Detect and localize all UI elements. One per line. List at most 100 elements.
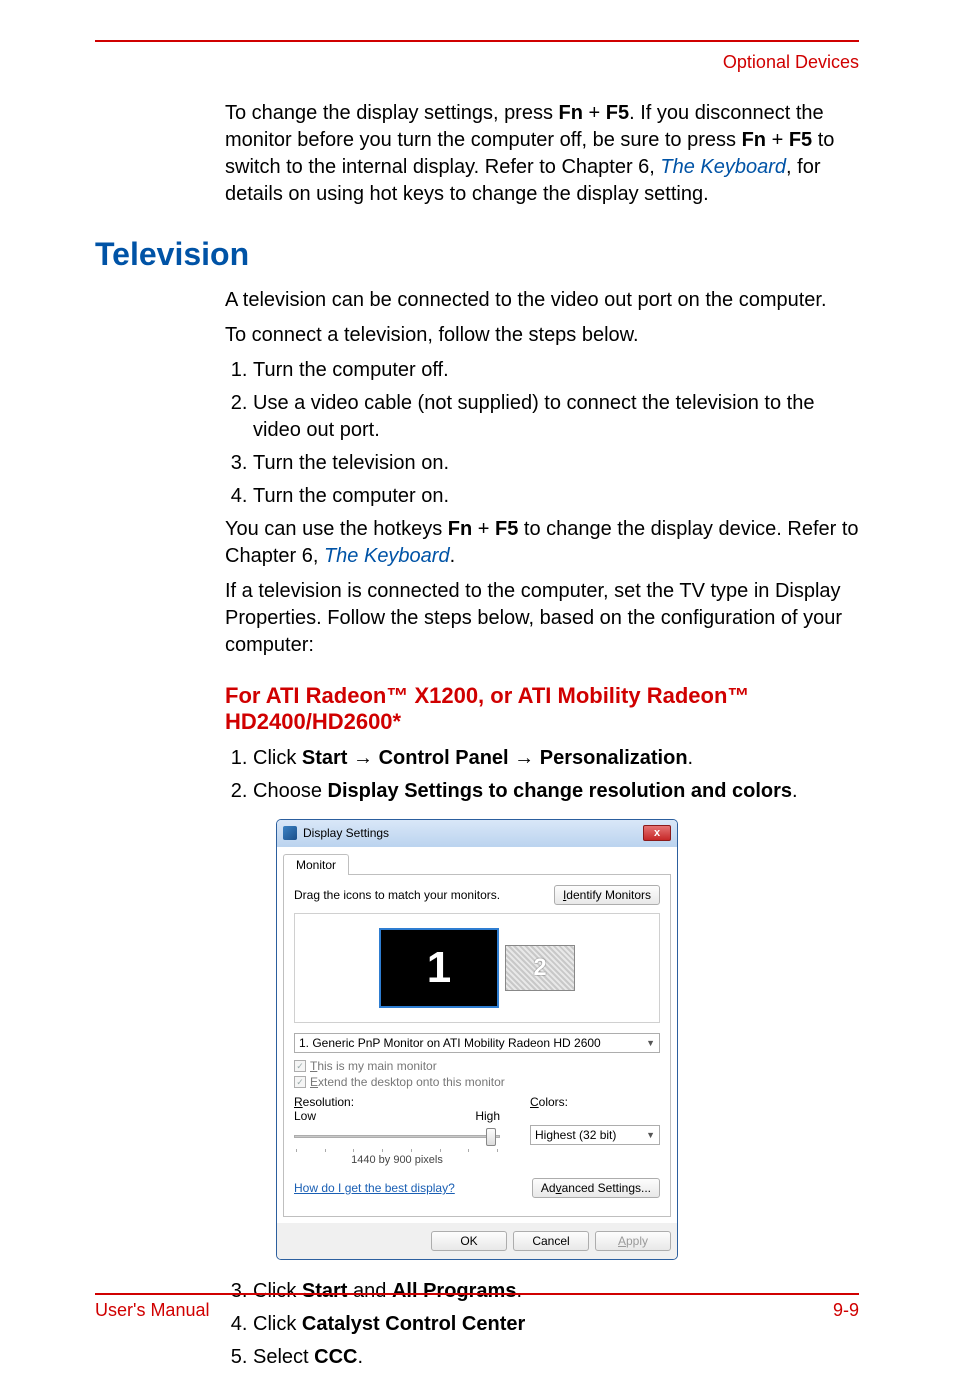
identify-monitors-button[interactable]: Identify Monitors <box>554 885 660 905</box>
ati-s2-c: . <box>792 780 798 802</box>
monitor-select-combo[interactable]: 1. Generic PnP Monitor on ATI Mobility R… <box>294 1033 660 1053</box>
ati-step-3: Click Start and All Programs. <box>253 1278 859 1305</box>
resolution-slider[interactable] <box>294 1127 500 1147</box>
footer-manual-label: User's Manual <box>95 1300 209 1321</box>
close-icon[interactable]: x <box>643 825 671 841</box>
ati-step-5: Select CCC. <box>253 1344 859 1371</box>
slider-high-label: High <box>475 1109 500 1123</box>
ati-s3-start: Start <box>302 1280 348 1302</box>
dialog-title: Display Settings <box>303 826 389 840</box>
colors-column: Colors: Highest (32 bit) <box>530 1095 660 1166</box>
ati-s1-a: Click <box>253 747 302 769</box>
tab-monitor[interactable]: Monitor <box>283 854 349 875</box>
resolution-colors-row: Resolution: Low High 1440 by 900 pixels <box>294 1095 660 1166</box>
intro-paragraph: To change the display settings, press Fn… <box>225 100 859 208</box>
key-fn-3: Fn <box>448 518 472 540</box>
ati-steps-1: Click Start → Control Panel → Personaliz… <box>225 745 859 805</box>
plus-2: + <box>766 129 789 151</box>
tv-step-3: Turn the television on. <box>253 450 859 477</box>
tv-step-4: Turn the computer on. <box>253 483 859 510</box>
tv3-a: You can use the hotkeys <box>225 518 448 540</box>
apply-button: Apply <box>595 1231 671 1251</box>
monitor-1-icon[interactable]: 1 <box>379 928 499 1008</box>
ati-s5-c: . <box>358 1346 364 1368</box>
ati-s3-a: Click <box>253 1280 302 1302</box>
key-f5: F5 <box>606 102 629 124</box>
checkbox-icon: ✓ <box>294 1060 306 1072</box>
ok-button[interactable]: OK <box>431 1231 507 1251</box>
best-display-help-link[interactable]: How do I get the best display? <box>294 1181 455 1195</box>
plus-3: + <box>472 518 495 540</box>
colors-value: Highest (32 bit) <box>535 1128 616 1142</box>
ati-s1-start: Start <box>302 747 348 769</box>
tv-step-1: Turn the computer off. <box>253 357 859 384</box>
arrow-2: → <box>509 747 540 769</box>
intro-text-1: To change the display settings, press <box>225 102 559 124</box>
checkbox-icon-2: ✓ <box>294 1076 306 1088</box>
cancel-button[interactable]: Cancel <box>513 1231 589 1251</box>
advanced-settings-button[interactable]: Advanced Settings... <box>532 1178 660 1198</box>
slider-low-label: Low <box>294 1109 316 1123</box>
ati-steps-2: Click Start and All Programs. Click Cata… <box>225 1278 859 1371</box>
tv3-c: . <box>450 545 456 567</box>
header-rule <box>95 40 859 42</box>
tv-step-2: Use a video cable (not supplied) to conn… <box>253 390 859 444</box>
ati-step-1: Click Start → Control Panel → Personaliz… <box>253 745 859 772</box>
tv-para-4: If a television is connected to the comp… <box>225 578 859 659</box>
ati-s1-pers: Personalization <box>540 747 688 769</box>
ati-s3-and: and <box>347 1280 391 1302</box>
keyboard-link-2[interactable]: The Keyboard <box>324 545 450 567</box>
ati-step-4: Click Catalyst Control Center <box>253 1311 859 1338</box>
ati-s5-a: Select <box>253 1346 314 1368</box>
extend-desktop-checkbox: ✓ Extend the desktop onto this monitor <box>294 1075 660 1089</box>
colors-combo[interactable]: Highest (32 bit) <box>530 1125 660 1145</box>
key-f5-2: F5 <box>789 129 812 151</box>
footer-page-number: 9-9 <box>833 1300 859 1321</box>
ati-s4-b: Catalyst Control Center <box>302 1313 525 1335</box>
header-section-title: Optional Devices <box>723 52 859 73</box>
heading-ati: For ATI Radeon™ X1200, or ATI Mobility R… <box>225 683 859 735</box>
resolution-label: Resolution: <box>294 1095 500 1109</box>
help-adv-row: How do I get the best display? Advanced … <box>294 1178 660 1198</box>
tv-para-1: A television can be connected to the vid… <box>225 287 859 314</box>
page-content: To change the display settings, press Fn… <box>95 100 859 1377</box>
monitor-2-icon[interactable]: 2 <box>505 945 575 991</box>
slider-thumb[interactable] <box>486 1128 496 1146</box>
main-monitor-checkbox: ✓ This is my main monitor <box>294 1059 660 1073</box>
colors-label: Colors: <box>530 1095 660 1109</box>
ati-step-2: Choose Display Settings to change resolu… <box>253 778 859 805</box>
ati-s5-b: CCC <box>314 1346 357 1368</box>
footer-rule <box>95 1293 859 1295</box>
arrow-1: → <box>347 747 378 769</box>
dialog-wrapper: Display Settings x Monitor Drag the icon… <box>95 819 859 1260</box>
key-fn-2: Fn <box>742 129 766 151</box>
tv-para-3: You can use the hotkeys Fn + F5 to chang… <box>225 516 859 570</box>
identify-text: dentify Monitors <box>566 888 651 902</box>
heading-television: Television <box>95 236 859 273</box>
resolution-value: 1440 by 900 pixels <box>294 1154 500 1166</box>
tv-para-2: To connect a television, follow the step… <box>225 322 859 349</box>
key-fn: Fn <box>559 102 583 124</box>
resolution-column: Resolution: Low High 1440 by 900 pixels <box>294 1095 500 1166</box>
monitor-panel: Drag the icons to match your monitors. I… <box>283 875 671 1217</box>
monitor-select-value: 1. Generic PnP Monitor on ATI Mobility R… <box>299 1036 601 1050</box>
dialog-titlebar[interactable]: Display Settings x <box>277 820 677 846</box>
ati-s1-cp: Control Panel <box>379 747 509 769</box>
plus-1: + <box>583 102 606 124</box>
ati-s4-a: Click <box>253 1313 302 1335</box>
ati-s3-dot: . <box>516 1280 522 1302</box>
ati-s3-all: All Programs <box>392 1280 516 1302</box>
tab-strip: Monitor <box>283 853 671 875</box>
dialog-button-row: OK Cancel Apply <box>277 1223 677 1259</box>
ati-s2-b: Display Settings to change resolution an… <box>328 780 793 802</box>
tv-steps-list: Turn the computer off. Use a video cable… <box>225 357 859 510</box>
ati-s1-dot: . <box>688 747 694 769</box>
drag-label: Drag the icons to match your monitors. <box>294 888 500 902</box>
ati-s2-a: Choose <box>253 780 328 802</box>
key-f5-3: F5 <box>495 518 518 540</box>
keyboard-link-1[interactable]: The Keyboard <box>660 156 786 178</box>
drag-row: Drag the icons to match your monitors. I… <box>294 885 660 905</box>
dialog-icon <box>283 826 297 840</box>
dialog-body: Monitor Drag the icons to match your mon… <box>277 846 677 1223</box>
monitor-arrangement[interactable]: 1 2 <box>294 913 660 1023</box>
